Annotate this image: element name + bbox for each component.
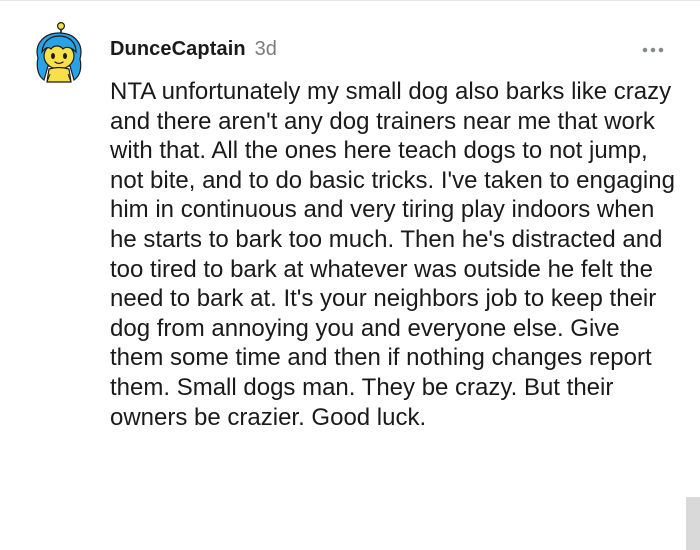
scrollbar[interactable] xyxy=(686,497,700,550)
comment-body: NTA unfortunately my small dog also bark… xyxy=(110,78,675,431)
comment-header: DunceCaptain 3d xyxy=(110,38,277,64)
more-options-icon xyxy=(642,47,664,53)
snoo-avatar-icon xyxy=(36,22,82,83)
comment-author[interactable]: DunceCaptain xyxy=(110,38,246,61)
top-divider xyxy=(0,0,700,1)
avatar[interactable] xyxy=(30,22,88,84)
more-options-button[interactable] xyxy=(636,38,670,62)
comment-age: 3d xyxy=(254,38,277,60)
